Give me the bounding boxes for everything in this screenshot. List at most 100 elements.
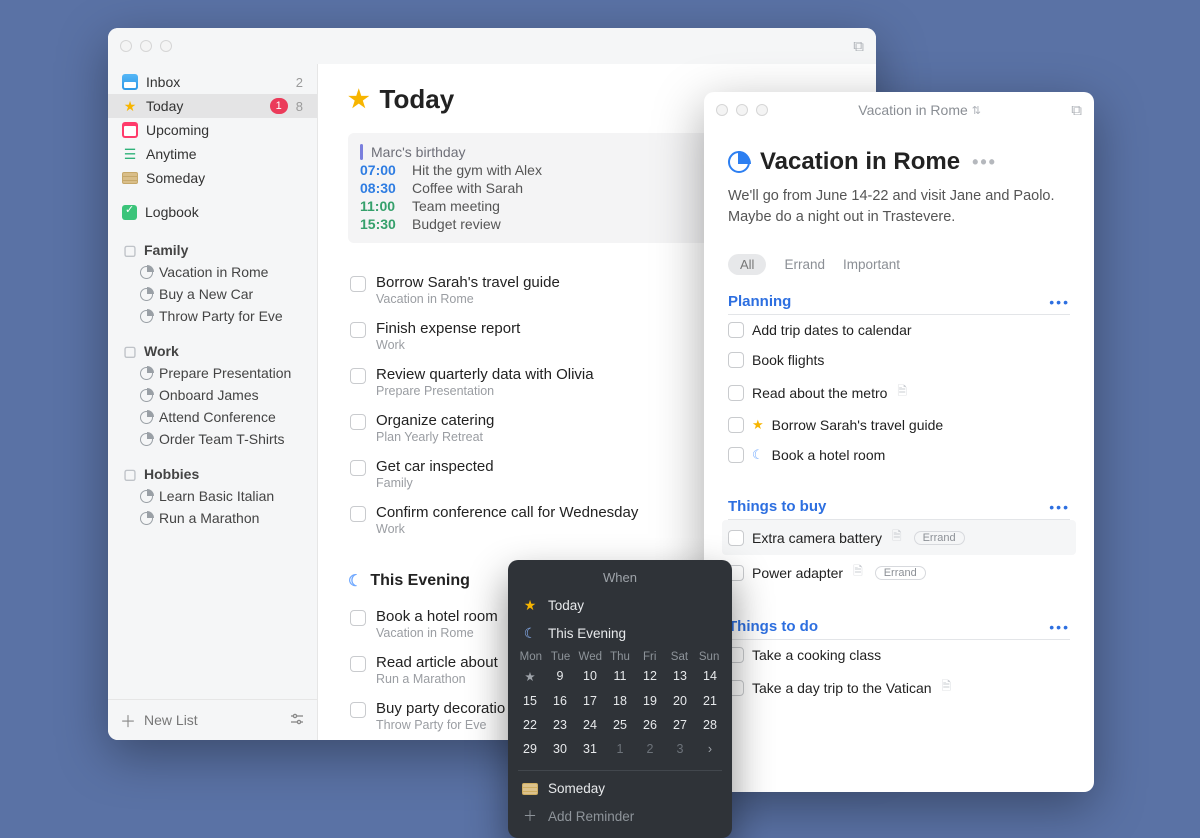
calendar-day[interactable]: 26 bbox=[636, 714, 664, 736]
sidebar-project[interactable]: Vacation in Rome bbox=[108, 261, 317, 283]
calendar-day[interactable]: 29 bbox=[516, 738, 544, 760]
sidebar-project[interactable]: Onboard James bbox=[108, 384, 317, 406]
sidebar-project[interactable]: Throw Party for Eve bbox=[108, 305, 317, 327]
project-task[interactable]: Take a day trip to the Vatican🗎 bbox=[728, 670, 1070, 705]
checkbox[interactable] bbox=[350, 276, 366, 292]
plus-icon[interactable]: ＋ bbox=[120, 708, 136, 732]
min-dot[interactable] bbox=[140, 40, 152, 52]
sidebar-project[interactable]: Attend Conference bbox=[108, 406, 317, 428]
traffic-lights[interactable] bbox=[120, 40, 172, 52]
checkbox[interactable] bbox=[350, 656, 366, 672]
calendar-day[interactable]: 22 bbox=[516, 714, 544, 736]
calendar-day[interactable]: 28 bbox=[696, 714, 724, 736]
calendar-day[interactable]: 14 bbox=[696, 665, 724, 688]
project-task[interactable]: Book flights bbox=[728, 345, 1070, 375]
filter-errand[interactable]: Errand bbox=[784, 257, 825, 272]
calendar-day[interactable]: 19 bbox=[636, 690, 664, 712]
sidebar-item-today[interactable]: ★Today18 bbox=[108, 94, 317, 118]
calendar-day[interactable]: 10 bbox=[576, 665, 604, 688]
calendar-day[interactable]: 18 bbox=[606, 690, 634, 712]
calendar-day[interactable]: 1 bbox=[606, 738, 634, 760]
settings-icon[interactable] bbox=[289, 711, 305, 730]
new-window-icon[interactable]: ⧉ bbox=[853, 38, 864, 55]
checkbox[interactable] bbox=[350, 506, 366, 522]
sidebar-project[interactable]: Order Team T-Shirts bbox=[108, 428, 317, 450]
max-dot[interactable] bbox=[756, 104, 768, 116]
section-more-icon[interactable]: ••• bbox=[1049, 499, 1070, 515]
sidebar-area-hobbies[interactable]: ▢Hobbies bbox=[108, 456, 317, 485]
sidebar-item-inbox[interactable]: Inbox2 bbox=[108, 70, 317, 94]
calendar-day[interactable]: 3 bbox=[666, 738, 694, 760]
project-task[interactable]: Take a cooking class bbox=[728, 640, 1070, 670]
section-more-icon[interactable]: ••• bbox=[1049, 294, 1070, 310]
new-window-icon[interactable]: ⧉ bbox=[1071, 102, 1082, 119]
checkbox[interactable] bbox=[350, 460, 366, 476]
calendar-day[interactable]: 15 bbox=[516, 690, 544, 712]
popover-evening[interactable]: ☾ This Evening bbox=[508, 619, 732, 647]
section-name[interactable]: Things to do bbox=[728, 618, 818, 635]
calendar-day[interactable]: 16 bbox=[546, 690, 574, 712]
calendar-day[interactable]: 17 bbox=[576, 690, 604, 712]
new-list-label[interactable]: New List bbox=[144, 712, 281, 728]
sidebar-item-upcoming[interactable]: Upcoming bbox=[108, 118, 317, 142]
sidebar-project[interactable]: Prepare Presentation bbox=[108, 362, 317, 384]
filter-all[interactable]: All bbox=[728, 254, 766, 275]
tag[interactable]: Errand bbox=[914, 531, 965, 545]
project-titlebar-title[interactable]: Vacation in Rome ⇅ bbox=[858, 102, 981, 118]
popover-today[interactable]: ★ Today bbox=[508, 591, 732, 619]
close-dot[interactable] bbox=[120, 40, 132, 52]
checkbox[interactable] bbox=[728, 530, 744, 546]
project-task[interactable]: ★Borrow Sarah's travel guide bbox=[728, 410, 1070, 440]
calendar-day[interactable]: 27 bbox=[666, 714, 694, 736]
calendar-day[interactable]: 13 bbox=[666, 665, 694, 688]
calendar-day[interactable]: 20 bbox=[666, 690, 694, 712]
calendar-day[interactable]: 9 bbox=[546, 665, 574, 688]
calendar-day[interactable]: 23 bbox=[546, 714, 574, 736]
checkbox[interactable] bbox=[728, 322, 744, 338]
checkbox[interactable] bbox=[350, 322, 366, 338]
calendar-day[interactable]: 12 bbox=[636, 665, 664, 688]
tag[interactable]: Errand bbox=[875, 566, 926, 580]
calendar-day[interactable]: 30 bbox=[546, 738, 574, 760]
checkbox[interactable] bbox=[728, 352, 744, 368]
filter-important[interactable]: Important bbox=[843, 257, 900, 272]
checkbox[interactable] bbox=[350, 702, 366, 718]
calendar-day[interactable]: 2 bbox=[636, 738, 664, 760]
calendar-day[interactable]: 25 bbox=[606, 714, 634, 736]
max-dot[interactable] bbox=[160, 40, 172, 52]
checkbox[interactable] bbox=[728, 385, 744, 401]
sidebar-project[interactable]: Buy a New Car bbox=[108, 283, 317, 305]
sidebar-project[interactable]: Run a Marathon bbox=[108, 507, 317, 529]
popover-someday[interactable]: Someday bbox=[508, 775, 732, 802]
calendar-day[interactable]: ★ bbox=[516, 665, 544, 688]
calendar-next[interactable]: › bbox=[696, 738, 724, 760]
min-dot[interactable] bbox=[736, 104, 748, 116]
project-task[interactable]: Read about the metro🗎 bbox=[728, 375, 1070, 410]
checkbox[interactable] bbox=[728, 417, 744, 433]
project-task[interactable]: Extra camera battery🗎Errand bbox=[722, 520, 1076, 555]
section-more-icon[interactable]: ••• bbox=[1049, 619, 1070, 635]
sidebar-item-anytime[interactable]: ☰Anytime bbox=[108, 142, 317, 166]
calendar-day[interactable]: 24 bbox=[576, 714, 604, 736]
sidebar-item-logbook[interactable]: Logbook bbox=[108, 200, 317, 224]
checkbox[interactable] bbox=[350, 414, 366, 430]
sidebar-project[interactable]: Learn Basic Italian bbox=[108, 485, 317, 507]
sidebar-item-someday[interactable]: Someday bbox=[108, 166, 317, 190]
project-task[interactable]: Add trip dates to calendar bbox=[728, 315, 1070, 345]
section-name[interactable]: Planning bbox=[728, 293, 791, 310]
close-dot[interactable] bbox=[716, 104, 728, 116]
calendar-day[interactable]: 21 bbox=[696, 690, 724, 712]
popover-add-reminder[interactable]: ＋ Add Reminder bbox=[508, 802, 732, 830]
traffic-lights[interactable] bbox=[716, 104, 768, 116]
sidebar-area-family[interactable]: ▢Family bbox=[108, 232, 317, 261]
checkbox[interactable] bbox=[350, 610, 366, 626]
calendar-day[interactable]: 31 bbox=[576, 738, 604, 760]
checkbox[interactable] bbox=[350, 368, 366, 384]
calendar-day[interactable]: 11 bbox=[606, 665, 634, 688]
project-task[interactable]: ☾Book a hotel room bbox=[728, 440, 1070, 470]
checkbox[interactable] bbox=[728, 447, 744, 463]
sidebar-area-work[interactable]: ▢Work bbox=[108, 333, 317, 362]
more-icon[interactable]: ••• bbox=[972, 152, 997, 173]
project-task[interactable]: Power adapter🗎Errand bbox=[728, 555, 1070, 590]
section-name[interactable]: Things to buy bbox=[728, 498, 826, 515]
